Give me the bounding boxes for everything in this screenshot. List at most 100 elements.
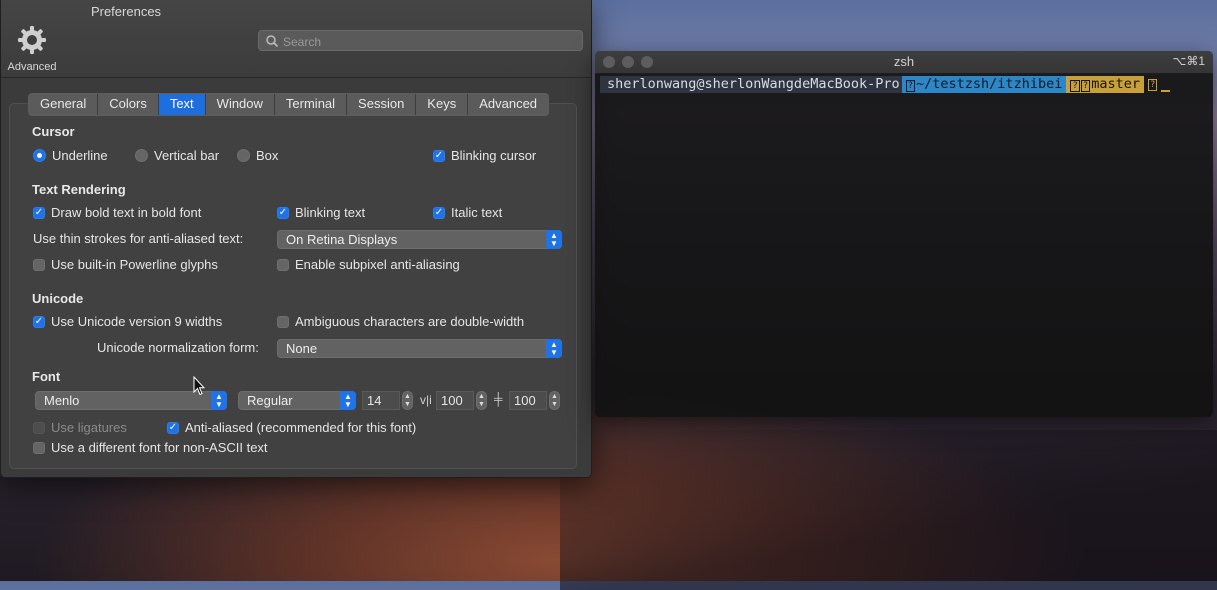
- checkmark-icon: ✓: [277, 206, 289, 219]
- folder-icon: ?: [905, 80, 916, 92]
- text-cursor: [1161, 90, 1171, 92]
- chevron-updown-icon: ▲ ▼: [546, 339, 562, 358]
- search-input[interactable]: [281, 31, 575, 52]
- radio-label: Underline: [52, 148, 108, 163]
- vertical-spacing-icon: ╪: [494, 392, 503, 406]
- search-field[interactable]: [258, 30, 583, 52]
- checkbox-label: Use ligatures: [51, 420, 127, 435]
- unicode-v9-checkbox[interactable]: ✓ Use Unicode version 9 widths: [33, 314, 222, 329]
- chevron-updown-icon: ▲ ▼: [211, 391, 227, 410]
- checkmark-icon: ✓: [433, 206, 445, 219]
- desktop-wallpaper: [560, 430, 1217, 590]
- cursor-vertical-bar-radio[interactable]: Vertical bar: [135, 148, 219, 163]
- subpixel-aa-checkbox[interactable]: Enable subpixel anti-aliasing: [277, 257, 460, 272]
- checkbox-label: Blinking text: [295, 205, 366, 220]
- checkbox-label: Italic text: [451, 205, 503, 220]
- checkbox-label: Use Unicode version 9 widths: [51, 314, 223, 329]
- prompt-directory: ? ~/testzsh/itzhibei: [901, 76, 1067, 93]
- tab-text[interactable]: Text: [158, 94, 206, 115]
- checkbox-label: Ambiguous characters are double-width: [295, 314, 525, 329]
- checkbox-label: Use built-in Powerline glyphs: [51, 257, 218, 272]
- shell-prompt: sherlonwang@sherlonWangdeMacBook-Pro ? ~/…: [600, 76, 1171, 93]
- preferences-toolbar: Preferences Advanced: [1, 0, 591, 78]
- toolbar-advanced-button[interactable]: Advanced: [5, 24, 59, 73]
- chevron-updown-icon: ▲ ▼: [340, 391, 356, 410]
- italic-text-checkbox[interactable]: ✓ Italic text: [433, 205, 502, 220]
- prompt-git-branch: ?? master: [1066, 76, 1144, 93]
- horizontal-spacing-field[interactable]: 100: [436, 391, 474, 410]
- git-icon: ?: [1070, 80, 1080, 92]
- prompt-user-host: sherlonwang@sherlonWangdeMacBook-Pro: [600, 76, 902, 93]
- toolbar-advanced-label: Advanced: [7, 61, 57, 73]
- horizontal-spacing-stepper[interactable]: ▲ ▼: [476, 391, 487, 410]
- blinking-text-checkbox[interactable]: ✓ Blinking text: [277, 205, 365, 220]
- tab-advanced[interactable]: Advanced: [468, 94, 548, 115]
- checkmark-icon: ✓: [433, 149, 445, 162]
- thin-strokes-value: On Retina Displays: [286, 232, 398, 247]
- search-icon: [266, 35, 279, 48]
- prompt-dir-text: ~/testzsh/itzhibei: [916, 76, 1063, 92]
- text-rendering-heading: Text Rendering: [32, 182, 126, 197]
- checkbox-box: [33, 441, 45, 454]
- anti-aliased-checkbox[interactable]: ✓ Anti-aliased (recommended for this fon…: [167, 420, 416, 435]
- checkmark-icon: ✓: [167, 421, 179, 434]
- unicode-heading: Unicode: [32, 291, 84, 306]
- tab-keys[interactable]: Keys: [416, 94, 469, 115]
- window-title: Preferences: [90, 4, 162, 19]
- thin-strokes-label: Use thin strokes for anti-aliased text:: [33, 231, 244, 246]
- thin-strokes-select[interactable]: On Retina Displays ▲ ▼: [277, 230, 562, 249]
- horizontal-spacing-icon: v|i: [420, 393, 432, 407]
- preferences-window: Preferences Advanced Search General Colo…: [0, 0, 592, 478]
- tab-terminal[interactable]: Terminal: [275, 94, 348, 115]
- tab-session[interactable]: Session: [347, 94, 417, 115]
- checkbox-label: Draw bold text in bold font: [51, 205, 202, 220]
- branch-icon: ?: [1080, 80, 1091, 92]
- checkbox-label: Use a different font for non-ASCII text: [51, 440, 268, 455]
- font-style-select[interactable]: Regular ▲ ▼: [238, 391, 356, 410]
- mouse-pointer-icon: [193, 376, 205, 396]
- checkbox-label: Enable subpixel anti-aliasing: [295, 257, 460, 272]
- checkbox-label: Blinking cursor: [451, 148, 537, 163]
- normalization-value: None: [286, 341, 318, 356]
- terminal-titlebar: zsh ⌥⌘1: [595, 51, 1213, 74]
- radio-indicator: [237, 149, 250, 162]
- tab-general[interactable]: General: [29, 94, 99, 115]
- normalization-select[interactable]: None ▲ ▼: [277, 339, 562, 358]
- terminal-window[interactable]: zsh ⌥⌘1 sherlonwang@sherlonWangdeMacBook…: [595, 51, 1213, 417]
- tab-window[interactable]: Window: [206, 94, 275, 115]
- gear-icon: [18, 26, 46, 54]
- normalization-label: Unicode normalization form:: [97, 340, 259, 355]
- non-ascii-font-checkbox[interactable]: Use a different font for non-ASCII text: [33, 440, 268, 455]
- checkbox-box: [277, 258, 289, 271]
- blinking-cursor-checkbox[interactable]: ✓ Blinking cursor: [433, 148, 536, 163]
- prompt-end-icon: ?: [1147, 78, 1158, 91]
- cursor-underline-radio[interactable]: Underline: [33, 148, 108, 163]
- checkbox-box: [33, 421, 45, 434]
- cursor-heading: Cursor: [32, 124, 75, 139]
- tab-bar: General Colors Text Window Terminal Sess…: [28, 93, 550, 116]
- checkbox-box: [33, 258, 45, 271]
- bold-font-checkbox[interactable]: ✓ Draw bold text in bold font: [33, 205, 201, 220]
- powerline-glyphs-checkbox[interactable]: Use built-in Powerline glyphs: [33, 257, 218, 272]
- terminal-shortcut: ⌥⌘1: [1172, 54, 1205, 68]
- radio-label: Vertical bar: [154, 148, 220, 163]
- font-style-value: Regular: [247, 393, 293, 408]
- font-size-field[interactable]: 14: [362, 391, 400, 410]
- vertical-spacing-stepper[interactable]: ▲ ▼: [549, 391, 560, 410]
- checkbox-box: [277, 315, 289, 328]
- radio-indicator: [33, 149, 46, 162]
- font-heading: Font: [32, 369, 61, 384]
- radio-label: Box: [256, 148, 279, 163]
- vertical-spacing-field[interactable]: 100: [509, 391, 547, 410]
- font-size-stepper[interactable]: ▲ ▼: [402, 391, 413, 410]
- font-family-value: Menlo: [44, 393, 80, 408]
- terminal-title: zsh: [893, 54, 915, 69]
- checkmark-icon: ✓: [33, 206, 45, 219]
- checkbox-label: Anti-aliased (recommended for this font): [185, 420, 417, 435]
- checkmark-icon: ✓: [33, 315, 45, 328]
- cursor-box-radio[interactable]: Box: [237, 148, 278, 163]
- chevron-updown-icon: ▲ ▼: [546, 230, 562, 249]
- ligatures-checkbox[interactable]: Use ligatures: [33, 420, 127, 435]
- ambiguous-width-checkbox[interactable]: Ambiguous characters are double-width: [277, 314, 524, 329]
- tab-colors[interactable]: Colors: [98, 94, 159, 115]
